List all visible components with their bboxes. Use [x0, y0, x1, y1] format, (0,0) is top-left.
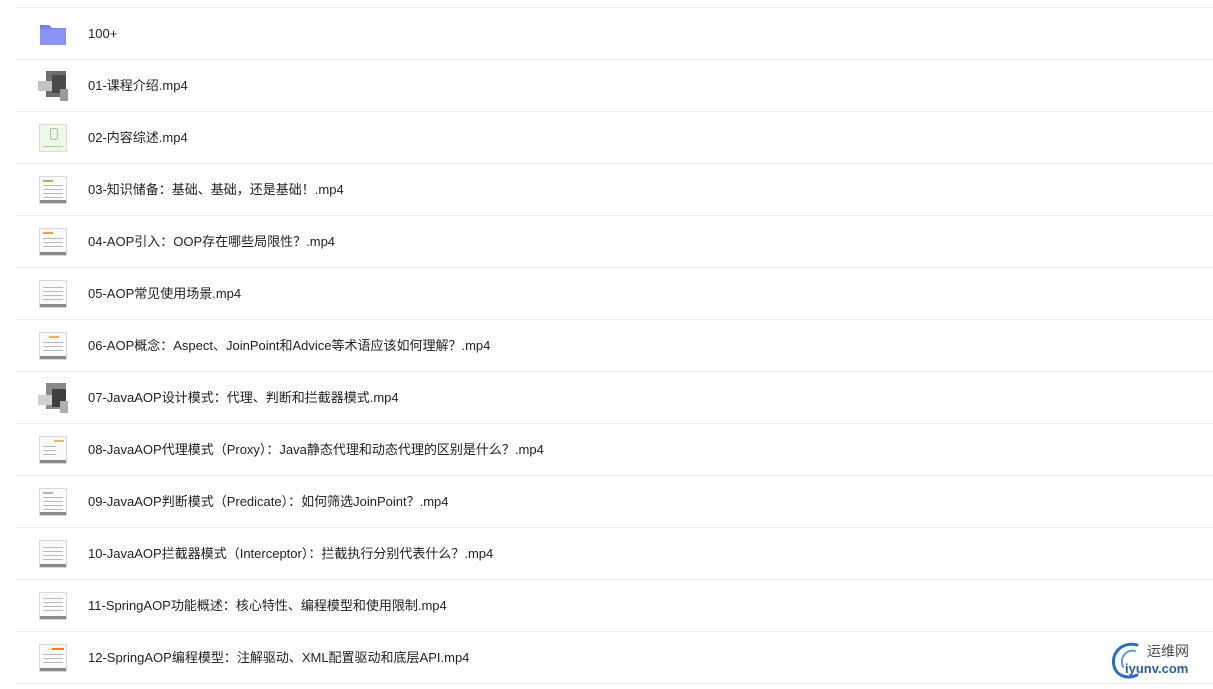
watermark-en-text: iyunv.com [1125, 661, 1189, 676]
folder-icon [38, 19, 68, 49]
video-thumbnail-icon [38, 435, 68, 465]
list-item[interactable]: 08-JavaAOP代理模式（Proxy）：Java静态代理和动态代理的区别是什… [16, 424, 1213, 476]
video-thumbnail-icon [38, 487, 68, 517]
list-item[interactable]: 11-SpringAOP功能概述：核心特性、编程模型和使用限制.mp4 [16, 580, 1213, 632]
file-name[interactable]: 01-课程介绍.mp4 [88, 60, 188, 112]
video-thumbnail-icon [38, 175, 68, 205]
file-name[interactable]: 10-JavaAOP拦截器模式（Interceptor）：拦截执行分别代表什么？… [88, 528, 493, 580]
list-item[interactable]: 03-知识储备：基础、基础，还是基础！.mp4 [16, 164, 1213, 216]
video-thumbnail-icon [38, 331, 68, 361]
file-name[interactable]: 08-JavaAOP代理模式（Proxy）：Java静态代理和动态代理的区别是什… [88, 424, 544, 476]
list-item[interactable]: 02-内容综述.mp4 [16, 112, 1213, 164]
video-thumbnail-icon [38, 71, 68, 101]
list-item[interactable]: 06-AOP概念：Aspect、JoinPoint和Advice等术语应该如何理… [16, 320, 1213, 372]
list-item[interactable]: 07-JavaAOP设计模式：代理、判断和拦截器模式.mp4 [16, 372, 1213, 424]
video-thumbnail-icon [38, 383, 68, 413]
video-thumbnail-icon [38, 539, 68, 569]
list-item[interactable]: 09-JavaAOP判断模式（Predicate）：如何筛选JoinPoint？… [16, 476, 1213, 528]
list-item[interactable]: 01-课程介绍.mp4 [16, 60, 1213, 112]
list-item[interactable]: 05-AOP常见使用场景.mp4 [16, 268, 1213, 320]
list-item[interactable]: 100+ [16, 8, 1213, 60]
video-thumbnail-icon [38, 643, 68, 673]
file-name[interactable]: 05-AOP常见使用场景.mp4 [88, 268, 241, 320]
video-thumbnail-icon [38, 227, 68, 257]
video-thumbnail-icon [38, 123, 68, 153]
video-thumbnail-icon [38, 591, 68, 621]
watermark-logo: 运维网 iyunv.com [1107, 639, 1207, 681]
list-item[interactable]: 12-SpringAOP编程模型：注解驱动、XML配置驱动和底层API.mp4 [16, 632, 1213, 684]
video-thumbnail-icon [38, 279, 68, 309]
file-name[interactable]: 12-SpringAOP编程模型：注解驱动、XML配置驱动和底层API.mp4 [88, 632, 469, 684]
file-name[interactable]: 07-JavaAOP设计模式：代理、判断和拦截器模式.mp4 [88, 372, 399, 424]
list-item[interactable]: 10-JavaAOP拦截器模式（Interceptor）：拦截执行分别代表什么？… [16, 528, 1213, 580]
file-list: 100+ 01-课程介绍.mp4 02-内容综述.mp4 03-知识储备：基础、… [0, 0, 1213, 689]
file-name[interactable]: 06-AOP概念：Aspect、JoinPoint和Advice等术语应该如何理… [88, 320, 490, 372]
file-name[interactable]: 04-AOP引入：OOP存在哪些局限性？.mp4 [88, 216, 335, 268]
list-item[interactable]: 04-AOP引入：OOP存在哪些局限性？.mp4 [16, 216, 1213, 268]
file-name[interactable]: 02-内容综述.mp4 [88, 112, 188, 164]
watermark-cn-text: 运维网 [1147, 644, 1189, 660]
file-name[interactable]: 11-SpringAOP功能概述：核心特性、编程模型和使用限制.mp4 [88, 580, 447, 632]
file-name[interactable]: 09-JavaAOP判断模式（Predicate）：如何筛选JoinPoint？… [88, 476, 449, 528]
file-name[interactable]: 03-知识储备：基础、基础，还是基础！.mp4 [88, 164, 344, 216]
file-name[interactable]: 100+ [88, 8, 117, 60]
